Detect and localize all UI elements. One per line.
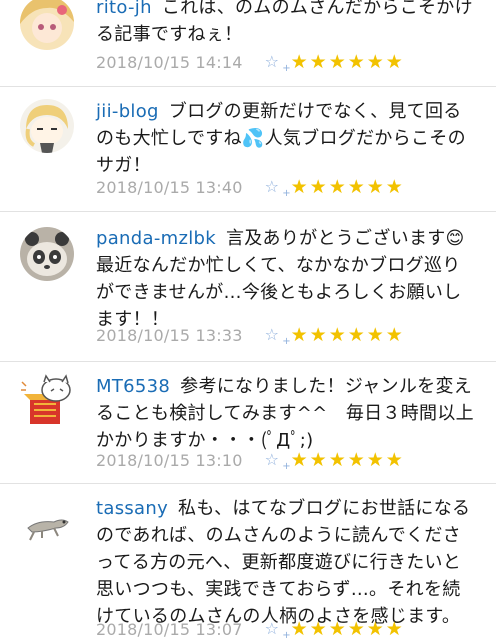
- comment-item: MT6538 参考になりました！ジャンルを変えることも検討してみます^^ 毎日３時…: [0, 362, 496, 484]
- comment-text-block: panda-mzlbk 言及ありがとうございます😊最近なんだか忙しくて、なかなかブ…: [96, 225, 478, 333]
- comment-meta: 2018/10/15 13:10 ☆ + ★★★★★★: [96, 448, 405, 472]
- comment-timestamp[interactable]: 2018/10/15 13:10: [96, 451, 243, 470]
- comment-text: これは、のムのムさんだからこそかける記事ですねぇ！: [96, 0, 473, 45]
- comment-timestamp[interactable]: 2018/10/15 13:33: [96, 326, 243, 345]
- comment-meta: 2018/10/15 13:40 ☆ + ★★★★★★: [96, 175, 405, 199]
- comment-meta: 2018/10/15 13:07 ☆ + ★★★★★★: [96, 617, 405, 641]
- add-star-icon[interactable]: ☆ +: [265, 52, 291, 74]
- avatar-panda-mzlbk[interactable]: [20, 227, 74, 281]
- star-rating[interactable]: ★★★★★★: [291, 176, 405, 198]
- comment-username[interactable]: MT6538: [96, 376, 170, 397]
- avatar-mt6538[interactable]: [20, 374, 74, 428]
- comment-text-block: MT6538 参考になりました！ジャンルを変えることも検討してみます^^ 毎日３時…: [96, 373, 478, 454]
- star-rating[interactable]: ★★★★★★: [291, 324, 405, 346]
- avatar-rito-jh[interactable]: [20, 0, 74, 50]
- add-star-icon[interactable]: ☆ +: [265, 619, 291, 641]
- comment-timestamp[interactable]: 2018/10/15 14:14: [96, 53, 243, 72]
- comment-username[interactable]: panda-mzlbk: [96, 228, 216, 249]
- comment-meta: 2018/10/15 14:14 ☆ + ★★★★★★: [96, 50, 405, 74]
- comment-item: panda-mzlbk 言及ありがとうございます😊最近なんだか忙しくて、なかなかブ…: [0, 212, 496, 362]
- comment-item: rito-jh これは、のムのムさんだからこそかける記事ですねぇ！ 2018/10…: [0, 0, 496, 87]
- star-rating[interactable]: ★★★★★★: [291, 618, 405, 640]
- comment-text-block: jii-blog ブログの更新だけでなく、見て回るのも大忙しですね💦人気ブログだか…: [96, 98, 478, 179]
- add-star-icon[interactable]: ☆ +: [265, 325, 291, 347]
- avatar-tassany[interactable]: [20, 498, 74, 552]
- avatar-jii-blog[interactable]: [20, 99, 74, 153]
- comment-username[interactable]: tassany: [96, 498, 168, 519]
- star-rating[interactable]: ★★★★★★: [291, 449, 405, 471]
- comment-item: tassany 私も、はてなブログにお世話になるのであれば、のムさんのように読んで…: [0, 484, 496, 644]
- comment-text-block: rito-jh これは、のムのムさんだからこそかける記事ですねぇ！: [96, 0, 478, 48]
- comment-timestamp[interactable]: 2018/10/15 13:07: [96, 620, 243, 639]
- comment-username[interactable]: jii-blog: [96, 101, 159, 122]
- comment-meta: 2018/10/15 13:33 ☆ + ★★★★★★: [96, 323, 405, 347]
- comment-timestamp[interactable]: 2018/10/15 13:40: [96, 178, 243, 197]
- add-star-icon[interactable]: ☆ +: [265, 177, 291, 199]
- comment-username[interactable]: rito-jh: [96, 0, 152, 18]
- star-rating[interactable]: ★★★★★★: [291, 51, 405, 73]
- comment-item: jii-blog ブログの更新だけでなく、見て回るのも大忙しですね💦人気ブログだか…: [0, 87, 496, 212]
- add-star-icon[interactable]: ☆ +: [265, 450, 291, 472]
- comment-text-block: tassany 私も、はてなブログにお世話になるのであれば、のムさんのように読んで…: [96, 495, 478, 630]
